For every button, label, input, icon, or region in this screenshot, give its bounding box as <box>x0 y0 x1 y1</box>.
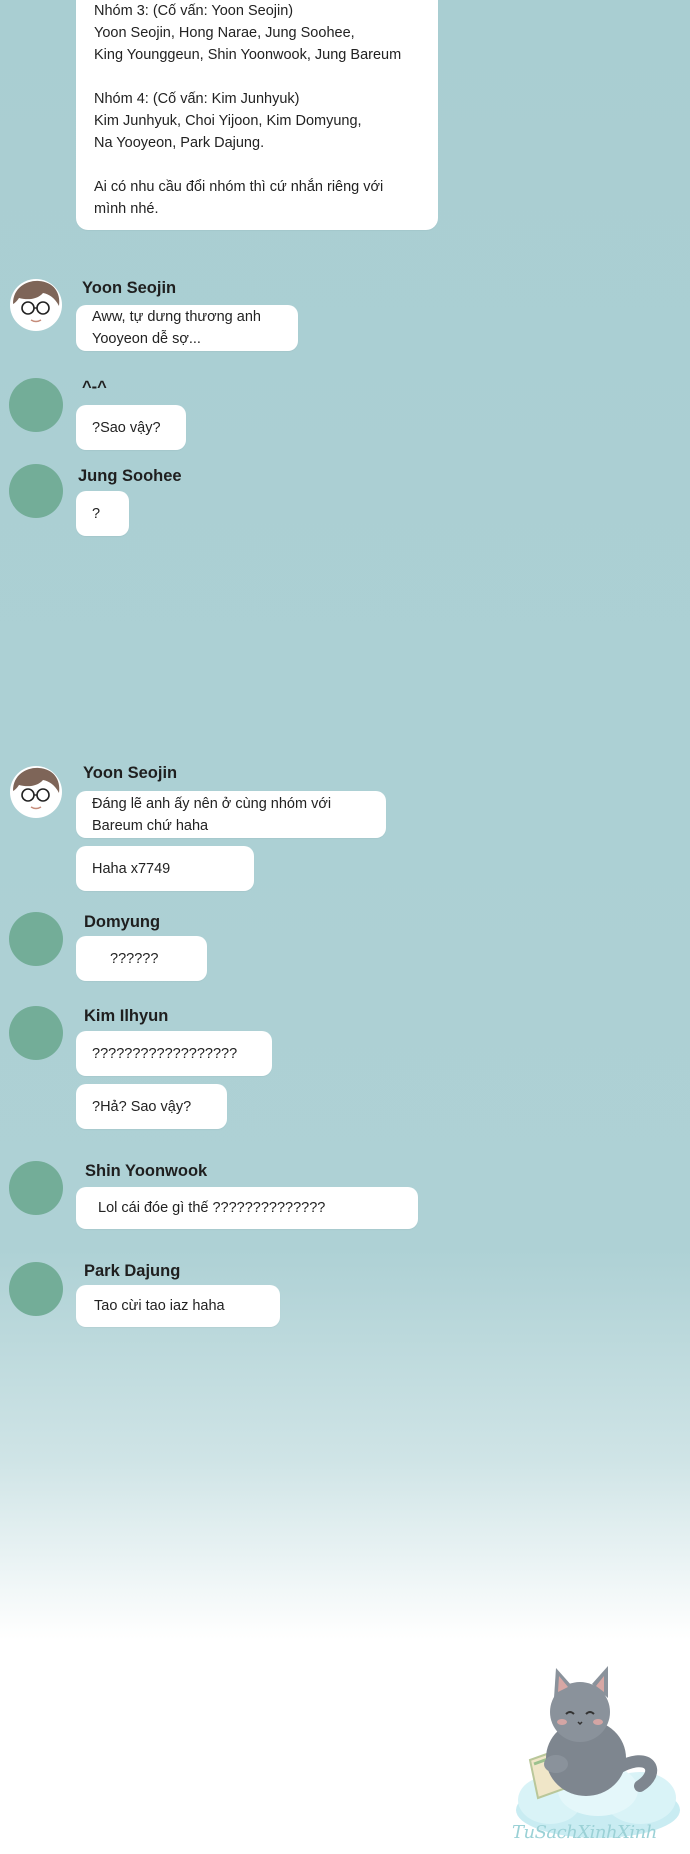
chat-bubble-text: Haha x7749 <box>92 860 171 877</box>
chat-bubble: ?????? <box>76 936 207 981</box>
avatar-placeholder[interactable] <box>9 1262 63 1316</box>
chat-bubble: ? <box>76 491 129 536</box>
announcement-bubble: Nhóm 3: (Cố vấn: Yoon Seojin) Yoon Seoji… <box>76 0 438 230</box>
sender-name: Domyung <box>84 913 161 931</box>
avatar-placeholder[interactable] <box>9 1006 63 1060</box>
chat-bubble-text: Aww, tự dưng thương anh Yooyeon dễ sợ... <box>92 309 261 347</box>
announcement-group3: Nhóm 3: (Cố vấn: Yoon Seojin) Yoon Seoji… <box>94 3 402 63</box>
avatar-placeholder[interactable] <box>9 1161 63 1215</box>
sender-name: Shin Yoonwook <box>85 1162 208 1180</box>
chat-bubble-text: Lol cái đóe gì thế ?????????????? <box>98 1200 326 1216</box>
chat-bubble: ?????????????????? <box>76 1031 272 1076</box>
chat-bubble: Aww, tự dưng thương anh Yooyeon dễ sợ... <box>76 305 298 351</box>
avatar-placeholder[interactable] <box>9 464 63 518</box>
avatar-placeholder[interactable] <box>9 378 63 432</box>
sender-name: Yoon Seojin <box>83 764 178 782</box>
chat-bubble-text: ?Sao vậy? <box>92 419 161 436</box>
chat-bubble: ?Sao vậy? <box>76 405 186 450</box>
chat-bubble: Haha x7749 <box>76 846 254 891</box>
avatar-yoon-seojin[interactable] <box>9 765 63 819</box>
avatar-yoon-seojin[interactable] <box>9 278 63 332</box>
sender-name: ^-^ <box>82 378 107 396</box>
chat-bubble-text: ? <box>92 505 101 522</box>
chat-bubble-text: ?????? <box>110 950 159 967</box>
avatar-placeholder[interactable] <box>9 912 63 966</box>
chat-bubble-text: ?Hả? Sao vậy? <box>92 1098 192 1115</box>
announcement-note: Ai có nhu cầu đổi nhóm thì cứ nhắn riêng… <box>94 179 384 217</box>
chat-bubble: ?Hả? Sao vậy? <box>76 1084 227 1129</box>
chat-bubble: Tao cừi tao iaz haha <box>76 1285 280 1327</box>
chat-bubble-text: ?????????????????? <box>92 1045 238 1062</box>
chat-bubble: Lol cái đóe gì thế ?????????????? <box>76 1187 418 1229</box>
watermark-text: TuSachXinhXinh <box>512 1822 657 1843</box>
chat-bubble-text: Tao cừi tao iaz haha <box>94 1298 225 1314</box>
sender-name: Kim Ilhyun <box>84 1007 169 1025</box>
sender-name: Park Dajung <box>84 1262 181 1280</box>
sender-name: Yoon Seojin <box>82 279 177 297</box>
chat-bubble: Đáng lẽ anh ấy nên ở cùng nhóm với Bareu… <box>76 791 386 838</box>
chat-bubble-text: Đáng lẽ anh ấy nên ở cùng nhóm với Bareu… <box>92 795 332 834</box>
sender-name: Jung Soohee <box>78 467 182 485</box>
announcement-group4: Nhóm 4: (Cố vấn: Kim Junhyuk) Kim Junhyu… <box>94 91 362 151</box>
